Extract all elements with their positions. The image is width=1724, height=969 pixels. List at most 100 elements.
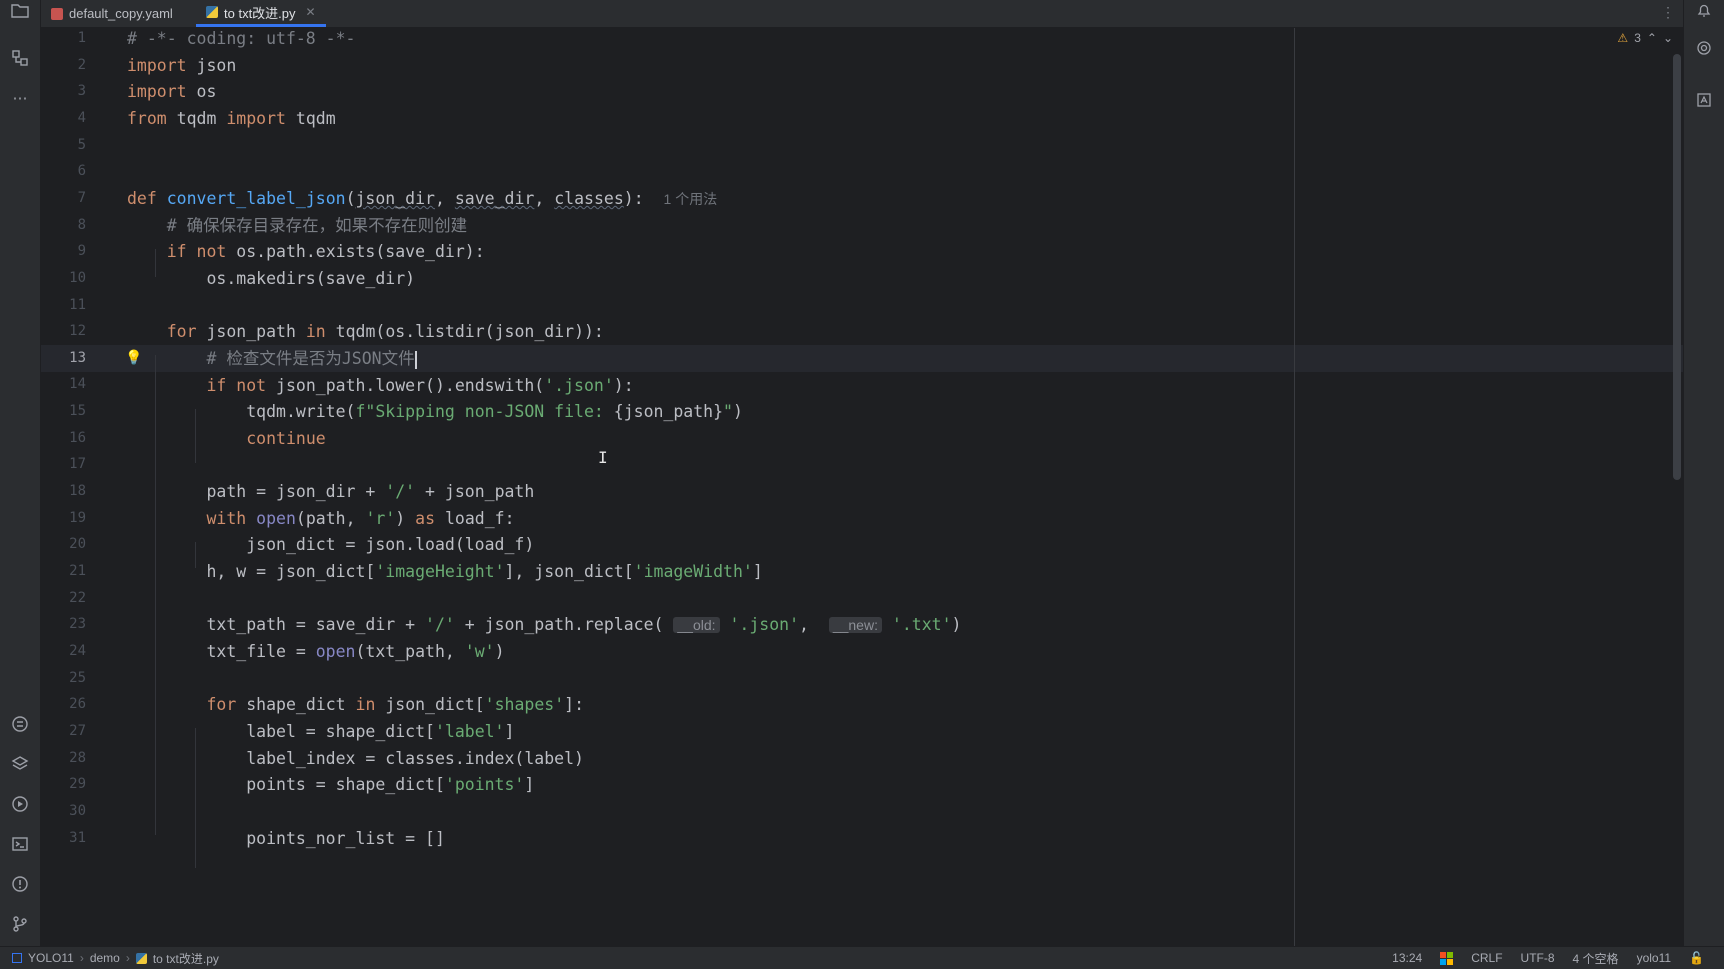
- line-number[interactable]: 8: [41, 217, 86, 233]
- breadcrumb: YOLO11 › demo › to txt改进.py: [0, 950, 219, 967]
- line-number[interactable]: 2: [41, 57, 86, 73]
- comment-line13: # 检查文件是否为JSON文件: [206, 349, 415, 368]
- caret-position[interactable]: 13:24: [1392, 951, 1422, 965]
- code-line: for json_path in tqdm(os.listdir(json_di…: [166, 322, 604, 341]
- line-number[interactable]: 29: [41, 776, 86, 792]
- code-line: label = shape_dict['label']: [127, 722, 515, 741]
- code-editor[interactable]: 1 2 3 4 5 6 7 8 9 10 11 12 13 14 15 16 17 18 19 20 21 22 23 24 2…: [41, 28, 1683, 947]
- more-tools-icon[interactable]: ⋯: [10, 88, 30, 108]
- code-line: import json: [127, 56, 237, 75]
- inspection-widget[interactable]: ⚠ 3 ⌃ ⌄: [1617, 31, 1673, 45]
- notifications-icon[interactable]: [1694, 0, 1714, 20]
- line-number[interactable]: 28: [41, 750, 86, 766]
- code-line: # -*- coding: utf-8 -*-: [127, 29, 356, 48]
- line-number[interactable]: 4: [41, 110, 86, 126]
- line-number[interactable]: 9: [41, 243, 86, 259]
- line-number[interactable]: 10: [41, 270, 86, 286]
- line-number[interactable]: 19: [41, 510, 86, 526]
- problems-icon[interactable]: [10, 874, 30, 894]
- python-file-icon: [135, 952, 147, 964]
- line-number[interactable]: 31: [41, 830, 86, 846]
- code-line: # 确保保存目录存在，如果不存在则创建: [127, 213, 467, 239]
- line-number[interactable]: 15: [41, 403, 86, 419]
- chevron-right-icon: ›: [125, 951, 130, 965]
- line-number[interactable]: 27: [41, 723, 86, 739]
- line-number[interactable]: 1: [41, 30, 86, 46]
- code-line: points_nor_list = []: [127, 829, 445, 848]
- line-ending[interactable]: CRLF: [1471, 951, 1502, 965]
- indent-setting[interactable]: 4 个空格: [1573, 950, 1619, 967]
- usage-hint[interactable]: 1 个用法: [664, 191, 718, 207]
- python-console-icon[interactable]: [10, 714, 30, 734]
- tab-default-copy-yaml[interactable]: default_copy.yaml: [41, 0, 183, 27]
- code-line: txt_path = save_dir + '/' + json_path.re…: [127, 615, 962, 634]
- line-number[interactable]: 7: [41, 190, 86, 206]
- inlay-hint-new: __new:: [828, 617, 882, 633]
- code-line: tqdm.write(f"Skipping non-JSON file: {js…: [127, 402, 743, 421]
- line-number[interactable]: 17: [41, 456, 86, 472]
- right-margin-guide: [1294, 28, 1295, 947]
- yaml-file-icon: [51, 7, 63, 20]
- warning-count: 3: [1634, 31, 1641, 45]
- line-number[interactable]: 26: [41, 696, 86, 712]
- line-number[interactable]: 11: [41, 297, 86, 313]
- code-line: with open(path, 'r') as load_f:: [206, 509, 515, 528]
- breadcrumb-folder[interactable]: demo: [90, 951, 120, 965]
- code-line: label_index = classes.index(label): [127, 749, 584, 768]
- code-line: # 检查文件是否为JSON文件: [127, 346, 417, 372]
- status-bar: YOLO11 › demo › to txt改进.py 13:24 CRLF U…: [0, 946, 1724, 969]
- close-tab-icon[interactable]: ✕: [306, 5, 316, 19]
- line-number[interactable]: 12: [41, 323, 86, 339]
- inlay-hint-old: __old:: [673, 617, 720, 633]
- tab-label: to txt改进.py: [224, 5, 296, 21]
- layers-icon[interactable]: [10, 754, 30, 774]
- breadcrumb-file[interactable]: to txt改进.py: [153, 950, 219, 967]
- line-number[interactable]: 13: [41, 350, 86, 366]
- python-file-icon: [206, 6, 218, 18]
- line-number[interactable]: 25: [41, 670, 86, 686]
- tab-label: default_copy.yaml: [69, 6, 173, 21]
- code-line: os.makedirs(save_dir): [127, 269, 416, 288]
- line-number[interactable]: 20: [41, 536, 86, 552]
- text-cursor-icon: I: [598, 448, 608, 467]
- right-tool-strip: [1683, 0, 1724, 947]
- run-services-icon[interactable]: [10, 794, 30, 814]
- line-number[interactable]: 14: [41, 376, 86, 392]
- structure-icon[interactable]: [10, 48, 30, 68]
- python-interpreter[interactable]: yolo11: [1637, 951, 1671, 965]
- chevron-down-icon[interactable]: ⌄: [1663, 31, 1673, 45]
- lock-icon[interactable]: 🔓: [1689, 951, 1704, 965]
- file-encoding[interactable]: UTF-8: [1521, 951, 1555, 965]
- ai-assistant-icon[interactable]: [1694, 38, 1714, 58]
- line-number[interactable]: 24: [41, 643, 86, 659]
- comment-line8: # 确保保存目录存在，如果不存在则创建: [166, 216, 468, 235]
- line-number[interactable]: 6: [41, 163, 86, 179]
- code-line: from tqdm import tqdm: [127, 109, 336, 128]
- line-number[interactable]: 21: [41, 563, 86, 579]
- code-line: import os: [127, 82, 217, 101]
- tab-options-icon[interactable]: ⋮: [1661, 4, 1675, 21]
- terminal-icon[interactable]: [10, 834, 30, 854]
- code-line: def convert_label_json(json_dir, save_di…: [127, 189, 718, 208]
- database-panel-icon[interactable]: [1694, 90, 1714, 110]
- project-folder-icon[interactable]: [10, 0, 30, 20]
- line-number[interactable]: 30: [41, 803, 86, 819]
- code-line: json_dict = json.load(load_f): [127, 535, 535, 554]
- vertical-scrollbar[interactable]: [1673, 54, 1681, 480]
- status-widgets: 13:24 CRLF UTF-8 4 个空格 yolo11 🔓: [1392, 947, 1704, 969]
- line-number[interactable]: 3: [41, 83, 86, 99]
- code-line: if not os.path.exists(save_dir):: [166, 242, 485, 261]
- code-line: for shape_dict in json_dict['shapes']:: [206, 695, 585, 714]
- tab-to-txt-py[interactable]: to txt改进.py ✕: [196, 0, 326, 27]
- line-number[interactable]: 18: [41, 483, 86, 499]
- code-line: path = json_dir + '/' + json_path: [127, 482, 535, 501]
- line-number[interactable]: 23: [41, 616, 86, 632]
- left-tool-strip: ⋯: [0, 0, 41, 947]
- line-number[interactable]: 16: [41, 430, 86, 446]
- breadcrumb-project[interactable]: YOLO11: [28, 951, 74, 965]
- line-number[interactable]: 5: [41, 137, 86, 153]
- chevron-up-icon[interactable]: ⌃: [1647, 31, 1657, 45]
- code-line: if not json_path.lower().endswith('.json…: [206, 376, 634, 395]
- git-branch-icon[interactable]: [10, 914, 30, 934]
- line-number[interactable]: 22: [41, 590, 86, 606]
